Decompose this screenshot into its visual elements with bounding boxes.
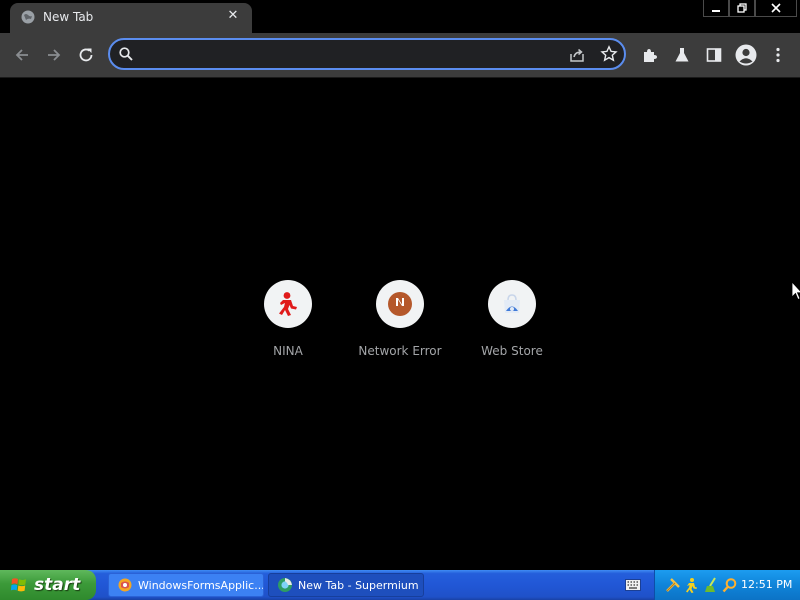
extensions-button[interactable] xyxy=(636,41,664,69)
minimize-icon xyxy=(712,10,720,12)
system-tray: 12:51 PM xyxy=(654,570,800,600)
taskbar-item-windows-forms-app[interactable]: WindowsFormsApplic... xyxy=(108,573,264,597)
windows-forms-app-icon xyxy=(118,578,132,592)
star-icon[interactable] xyxy=(600,45,618,63)
forward-button[interactable] xyxy=(40,41,68,69)
taskbar-item-supermium[interactable]: New Tab - Supermium xyxy=(268,573,424,597)
taskbar-item-label: New Tab - Supermium xyxy=(298,578,419,592)
windows-flag-icon xyxy=(10,578,26,592)
title-bar: New Tab ✕ xyxy=(0,0,800,33)
shortcut-label: NINA xyxy=(273,344,303,358)
running-man-icon[interactable] xyxy=(684,577,700,593)
menu-button[interactable] xyxy=(764,41,792,69)
profile-button[interactable] xyxy=(732,41,760,69)
supermium-icon xyxy=(278,578,292,592)
mouse-cursor-icon xyxy=(791,281,800,301)
shortcut-web-store[interactable]: Web Store xyxy=(456,280,568,370)
kebab-menu-icon xyxy=(776,47,780,63)
web-store-icon xyxy=(504,294,520,313)
taskbar: start WindowsFormsApplic... New Tab - Su… xyxy=(0,570,800,600)
shortcut-icon-tile xyxy=(376,280,424,328)
letter-n-icon xyxy=(388,292,412,316)
reload-button[interactable] xyxy=(72,41,100,69)
taskbar-item-label: WindowsFormsApplic... xyxy=(138,578,264,592)
profile-avatar-icon xyxy=(735,44,757,66)
clock: 12:51 PM xyxy=(741,578,793,591)
back-button[interactable] xyxy=(8,41,36,69)
shortcut-label: Network Error xyxy=(358,344,442,358)
broom-icon[interactable] xyxy=(703,577,719,593)
address-input[interactable] xyxy=(140,43,564,67)
running-man-icon xyxy=(279,292,297,316)
window-controls xyxy=(703,0,797,18)
side-panel-icon xyxy=(706,48,722,62)
search-icon[interactable] xyxy=(722,577,738,593)
close-icon[interactable]: ✕ xyxy=(224,7,242,25)
keyboard-icon[interactable] xyxy=(625,579,641,591)
flask-icon xyxy=(675,48,689,62)
shortcut-nina[interactable]: NINA xyxy=(232,280,344,370)
new-tab-page: NINA Network Error Web Store xyxy=(0,78,800,570)
puzzle-icon xyxy=(644,49,657,62)
minimize-button[interactable] xyxy=(703,0,729,17)
close-icon xyxy=(771,3,781,13)
shortcut-label: Web Store xyxy=(481,344,543,358)
address-bar[interactable] xyxy=(108,38,626,70)
shortcut-icon-tile xyxy=(488,280,536,328)
browser-toolbar xyxy=(0,33,800,78)
tab-title: New Tab xyxy=(43,10,94,24)
start-label: start xyxy=(34,575,81,595)
restore-button[interactable] xyxy=(729,0,755,17)
start-button[interactable]: start xyxy=(0,570,96,600)
forward-arrow-icon xyxy=(48,49,61,61)
tools-icon[interactable] xyxy=(665,577,681,593)
tab-new-tab[interactable]: New Tab ✕ xyxy=(10,3,252,33)
restore-icon xyxy=(737,3,747,13)
search-icon xyxy=(119,47,133,61)
side-panel-button[interactable] xyxy=(700,41,728,69)
share-icon[interactable] xyxy=(568,46,586,64)
shortcut-network-error[interactable]: Network Error xyxy=(344,280,456,370)
globe-icon xyxy=(21,10,35,24)
shortcut-icon-tile xyxy=(264,280,312,328)
reload-icon xyxy=(79,48,93,62)
back-arrow-icon xyxy=(15,49,28,61)
experiments-button[interactable] xyxy=(668,41,696,69)
window-close-button[interactable] xyxy=(755,0,797,17)
